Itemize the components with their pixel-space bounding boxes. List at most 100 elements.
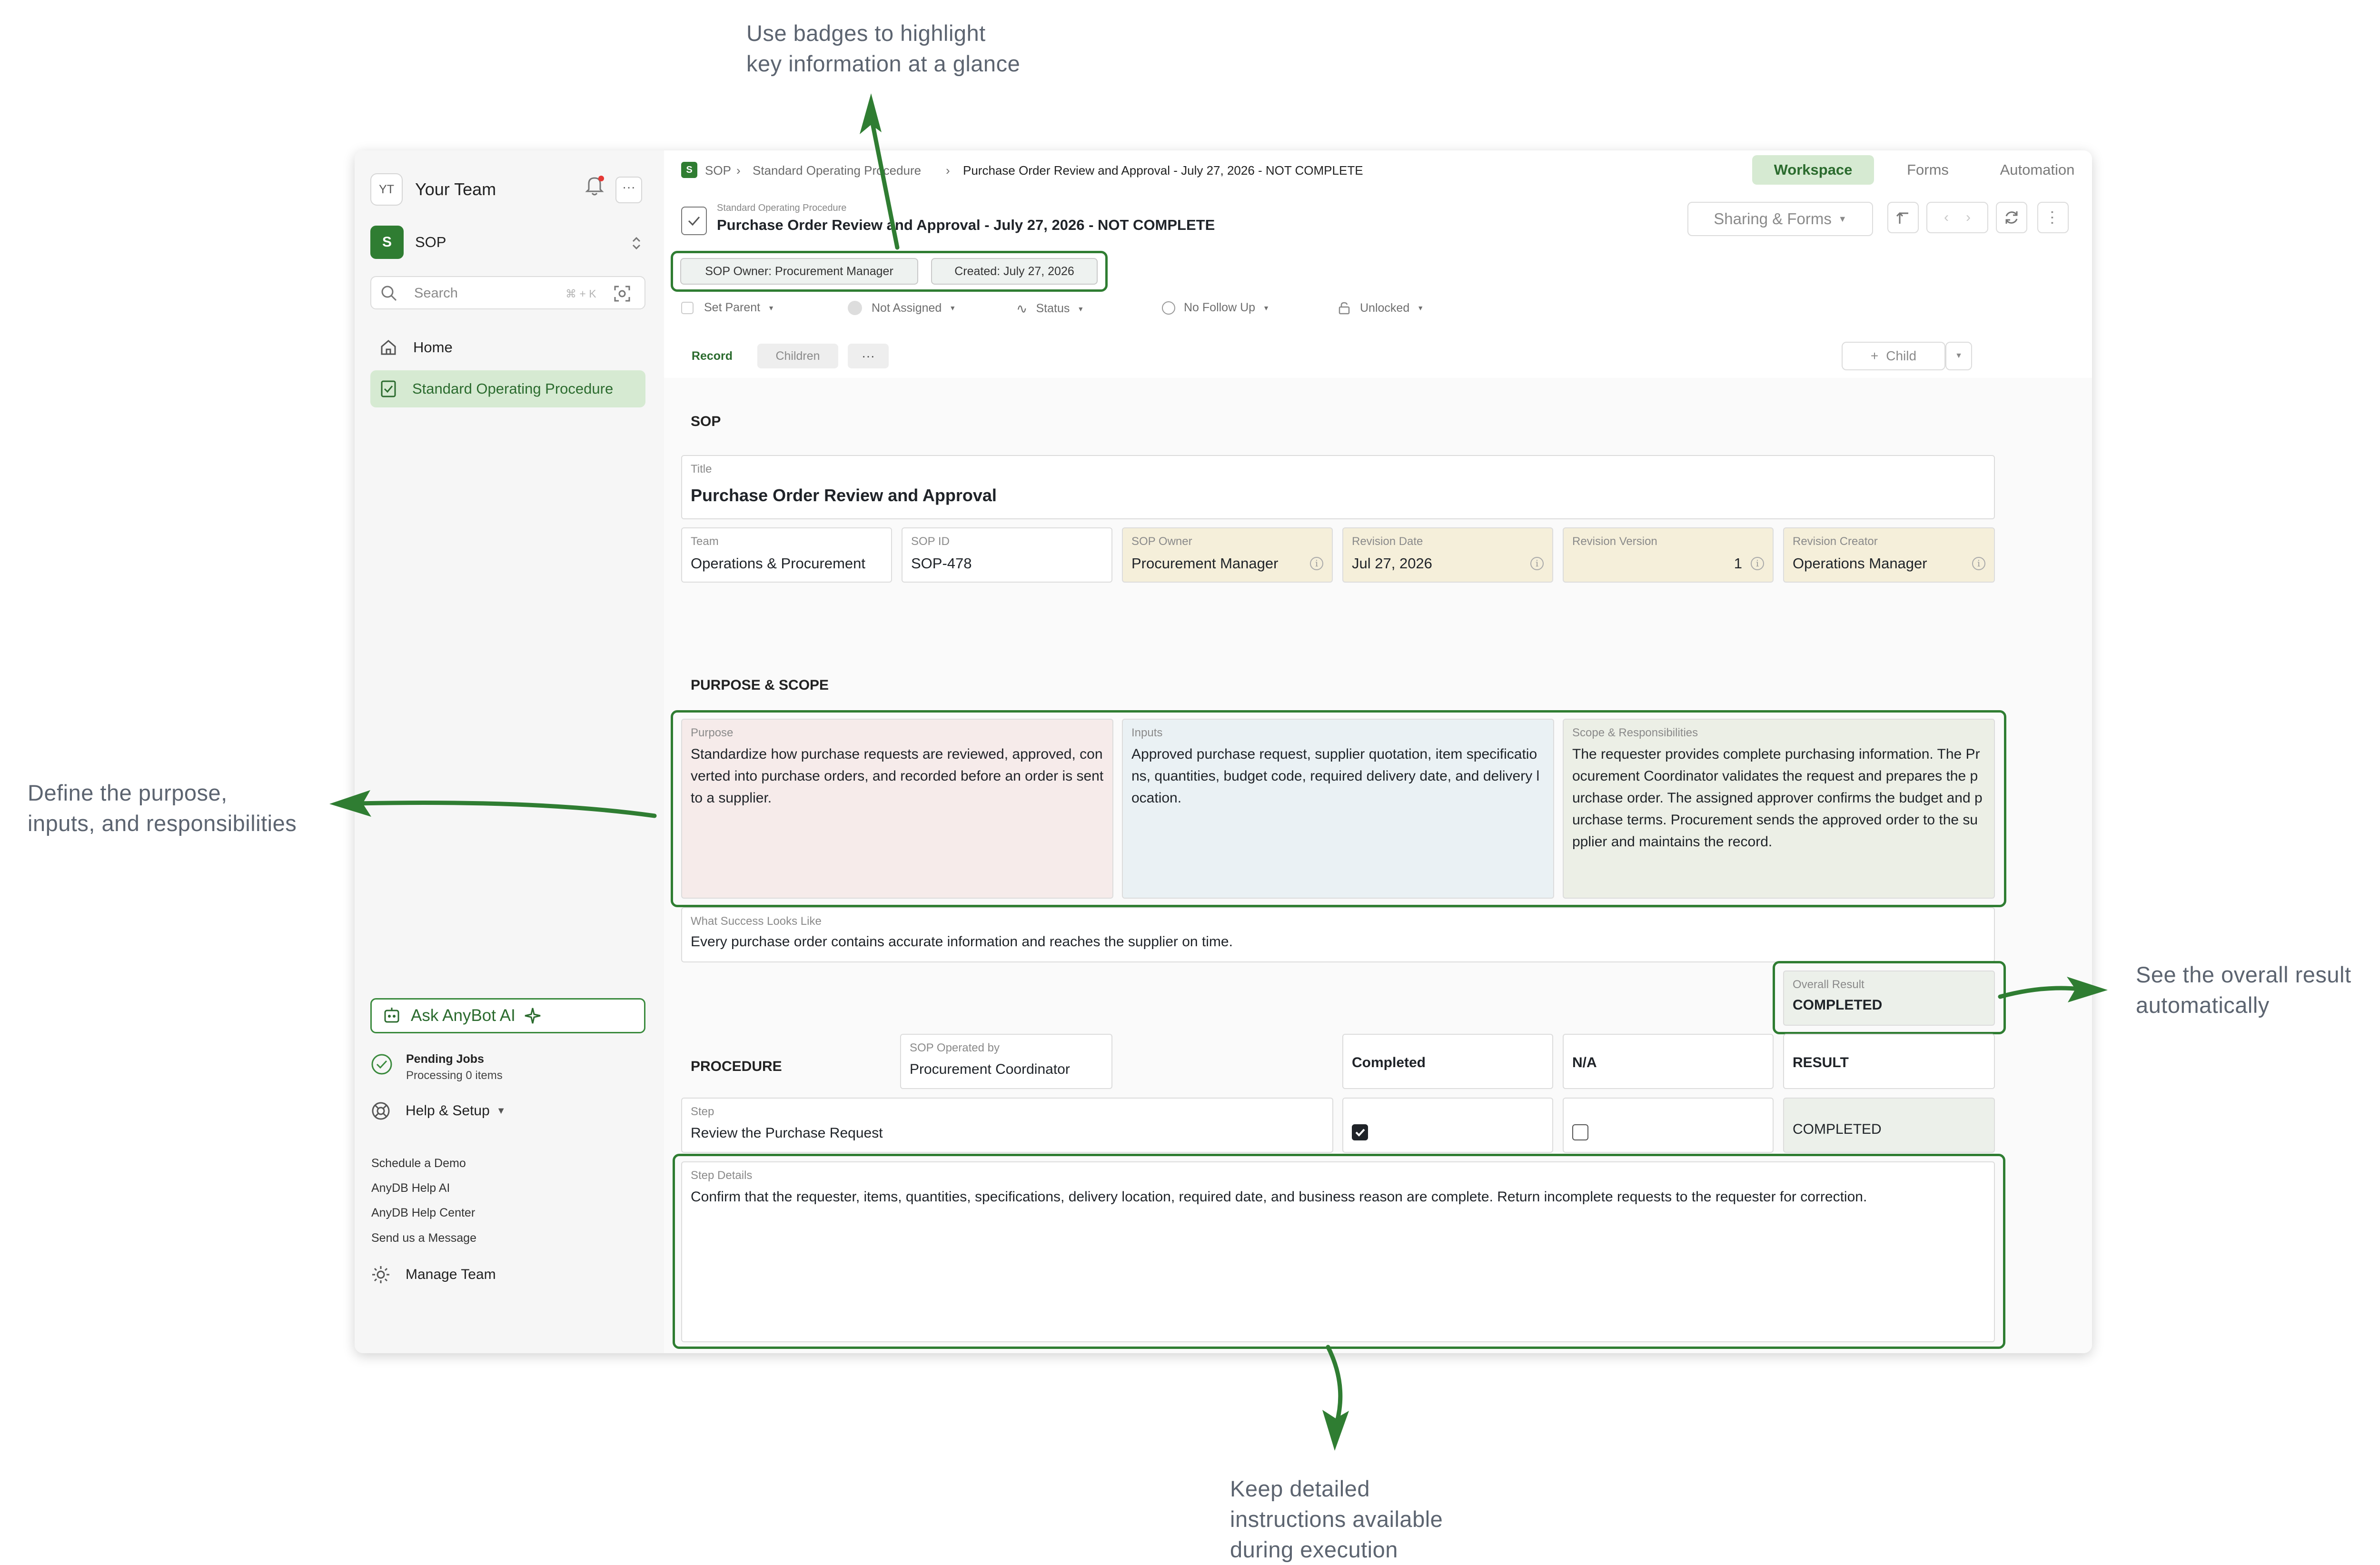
field-label: Purpose — [691, 726, 734, 739]
more-vertical-icon: ··· — [2044, 209, 2062, 226]
move-up-button[interactable] — [1887, 202, 1919, 233]
link-schedule-demo[interactable]: Schedule a Demo — [371, 1157, 466, 1170]
search-box[interactable]: Search ⌘ + K — [370, 276, 645, 309]
team-field[interactable]: Team Operations & Procurement — [681, 527, 892, 583]
field-value: Review the Purchase Request — [691, 1125, 883, 1141]
record-type-icon — [681, 207, 707, 235]
purpose-card[interactable]: Purpose Standardize how purchase request… — [681, 719, 1113, 899]
follow-up-label: No Follow Up — [1184, 301, 1256, 314]
success-field[interactable]: What Success Looks Like Every purchase o… — [681, 907, 1995, 962]
breadcrumb-separator: › — [736, 163, 741, 178]
pending-jobs-title: Pending Jobs — [406, 1052, 484, 1066]
caret-down-icon: ▼ — [1077, 305, 1084, 313]
field-label: SOP ID — [911, 535, 950, 548]
refresh-icon — [2005, 211, 2018, 224]
add-child-button[interactable]: + Child — [1842, 342, 1945, 370]
step-field[interactable]: Step Review the Purchase Request — [681, 1098, 1333, 1153]
field-value: Jul 27, 2026 — [1352, 555, 1432, 572]
revision-date-field: Revision Date Jul 27, 2026 i — [1342, 527, 1553, 583]
field-label: What Success Looks Like — [691, 915, 822, 928]
na-header: N/A — [1563, 1034, 1774, 1089]
link-send-message[interactable]: Send us a Message — [371, 1231, 476, 1245]
chevron-right-icon[interactable]: › — [1966, 209, 1971, 226]
na-cell — [1563, 1098, 1774, 1153]
set-parent[interactable]: Set Parent ▼ — [681, 301, 774, 315]
team-menu-button[interactable]: ··· — [615, 177, 642, 203]
tab-record[interactable]: Record — [681, 344, 743, 368]
link-help-center[interactable]: AnyDB Help Center — [371, 1206, 475, 1220]
follow-up-selector[interactable]: No Follow Up ▼ — [1162, 301, 1269, 315]
status-selector[interactable]: ∿ Status ▼ — [1016, 301, 1084, 317]
plus-icon: + — [1870, 348, 1879, 363]
child-options-button[interactable]: ▼ — [1945, 342, 1972, 370]
scan-icon[interactable] — [613, 285, 631, 303]
field-label: Title — [691, 463, 712, 475]
tab-workspace[interactable]: Workspace — [1752, 155, 1874, 185]
inputs-card[interactable]: Inputs Approved purchase request, suppli… — [1122, 719, 1554, 899]
team-avatar[interactable]: YT — [370, 173, 403, 206]
breadcrumb-sop[interactable]: SOP — [705, 163, 731, 178]
section-sop-title: SOP — [691, 414, 721, 429]
field-label: Revision Date — [1352, 535, 1423, 548]
sidebar-item-sop[interactable]: Standard Operating Procedure — [370, 370, 645, 407]
team-name[interactable]: Your Team — [415, 179, 496, 199]
refresh-button[interactable] — [1996, 202, 2027, 233]
info-icon[interactable]: i — [1972, 557, 1985, 570]
sharing-forms-button[interactable]: Sharing & Forms ▼ — [1687, 202, 1873, 236]
assignee-selector[interactable]: Not Assigned ▼ — [848, 301, 956, 315]
search-shortcut: ⌘ + K — [565, 287, 596, 300]
tab-automation[interactable]: Automation — [1983, 155, 2092, 185]
sop-owner-field: SOP Owner Procurement Manager i — [1122, 527, 1333, 583]
ask-anybot-button[interactable]: Ask AnyBot AI — [370, 998, 645, 1033]
search-input[interactable]: Search — [414, 286, 458, 301]
home-icon — [381, 340, 396, 355]
prev-next-buttons[interactable]: ‹ › — [1926, 202, 1988, 233]
chevron-updown-icon[interactable] — [631, 235, 642, 251]
scope-card[interactable]: Scope & Responsibilities The requester p… — [1563, 719, 1995, 899]
bot-icon — [384, 1008, 399, 1023]
operated-by-field[interactable]: SOP Operated by Procurement Coordinator — [900, 1034, 1112, 1089]
field-value: Procurement Manager — [1131, 555, 1279, 572]
manage-team-link[interactable]: Manage Team — [370, 1264, 496, 1285]
field-value: The requester provides complete purchasi… — [1572, 746, 1983, 850]
record-title: Purchase Order Review and Approval - Jul… — [717, 217, 1215, 233]
chevron-left-icon[interactable]: ‹ — [1944, 209, 1949, 226]
link-help-ai[interactable]: AnyDB Help AI — [371, 1181, 450, 1195]
completed-checkbox[interactable] — [1352, 1124, 1368, 1140]
lock-selector[interactable]: Unlocked ▼ — [1337, 301, 1424, 315]
sharing-forms-label: Sharing & Forms — [1714, 210, 1832, 228]
app-window: YT Your Team ··· S SOP Search ⌘ + K Home… — [355, 150, 2092, 1353]
caret-down-icon: ▼ — [949, 304, 956, 312]
tab-forms[interactable]: Forms — [1887, 155, 1968, 185]
info-icon[interactable]: i — [1310, 557, 1323, 570]
section-purpose-title: PURPOSE & SCOPE — [691, 677, 829, 693]
help-setup-label: Help & Setup — [406, 1103, 490, 1119]
workspace-name[interactable]: SOP — [415, 234, 446, 251]
field-label: Step Details — [691, 1169, 753, 1182]
gear-icon — [372, 1266, 389, 1283]
workspace-avatar[interactable]: S — [370, 226, 404, 259]
step-details-field[interactable]: Step Details Confirm that the requester,… — [681, 1161, 1995, 1342]
search-icon — [381, 286, 397, 301]
step-result-cell: COMPLETED — [1783, 1098, 1995, 1153]
tab-children[interactable]: Children — [757, 344, 838, 368]
badge-sop-owner: SOP Owner: Procurement Manager — [680, 258, 918, 285]
more-options-button[interactable]: ··· — [2037, 202, 2069, 233]
sop-id-field[interactable]: SOP ID SOP-478 — [902, 527, 1112, 583]
annotation-result: See the overall result automatically — [2136, 962, 2351, 1018]
tab-more[interactable]: ··· — [848, 344, 889, 368]
record-type-label: Standard Operating Procedure — [717, 203, 847, 213]
breadcrumb-sop-type[interactable]: Standard Operating Procedure — [753, 163, 921, 178]
section-procedure-title: PROCEDURE — [691, 1059, 782, 1074]
info-icon[interactable]: i — [1751, 557, 1764, 570]
bell-icon[interactable] — [584, 174, 605, 198]
field-label: SOP Operated by — [910, 1041, 1000, 1054]
field-value: 1 — [1734, 555, 1742, 572]
result-header: RESULT — [1783, 1034, 1995, 1089]
help-setup-menu[interactable]: Help & Setup ▼ — [370, 1100, 506, 1121]
sparkle-icon — [525, 1008, 541, 1024]
title-field[interactable]: Title Purchase Order Review and Approval — [681, 455, 1995, 519]
info-icon[interactable]: i — [1530, 557, 1544, 570]
na-checkbox[interactable] — [1572, 1124, 1588, 1140]
sidebar-item-home[interactable]: Home — [370, 329, 645, 366]
